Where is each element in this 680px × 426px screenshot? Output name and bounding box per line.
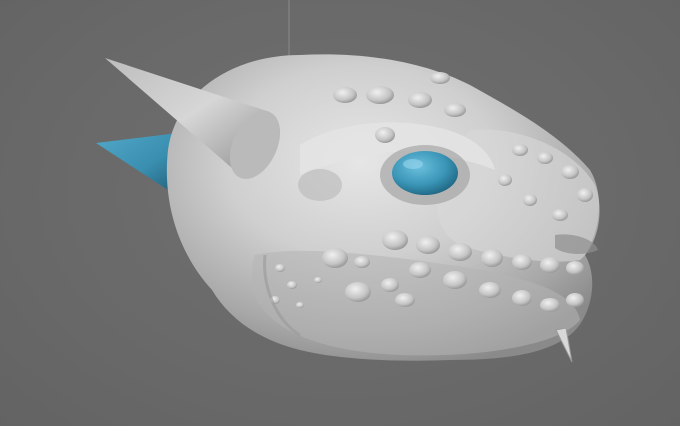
eye[interactable] <box>392 151 458 195</box>
3d-viewport[interactable] <box>0 0 680 426</box>
eye-highlight <box>403 159 423 169</box>
side-horn[interactable] <box>96 133 178 190</box>
sculpt-render[interactable] <box>0 0 680 426</box>
